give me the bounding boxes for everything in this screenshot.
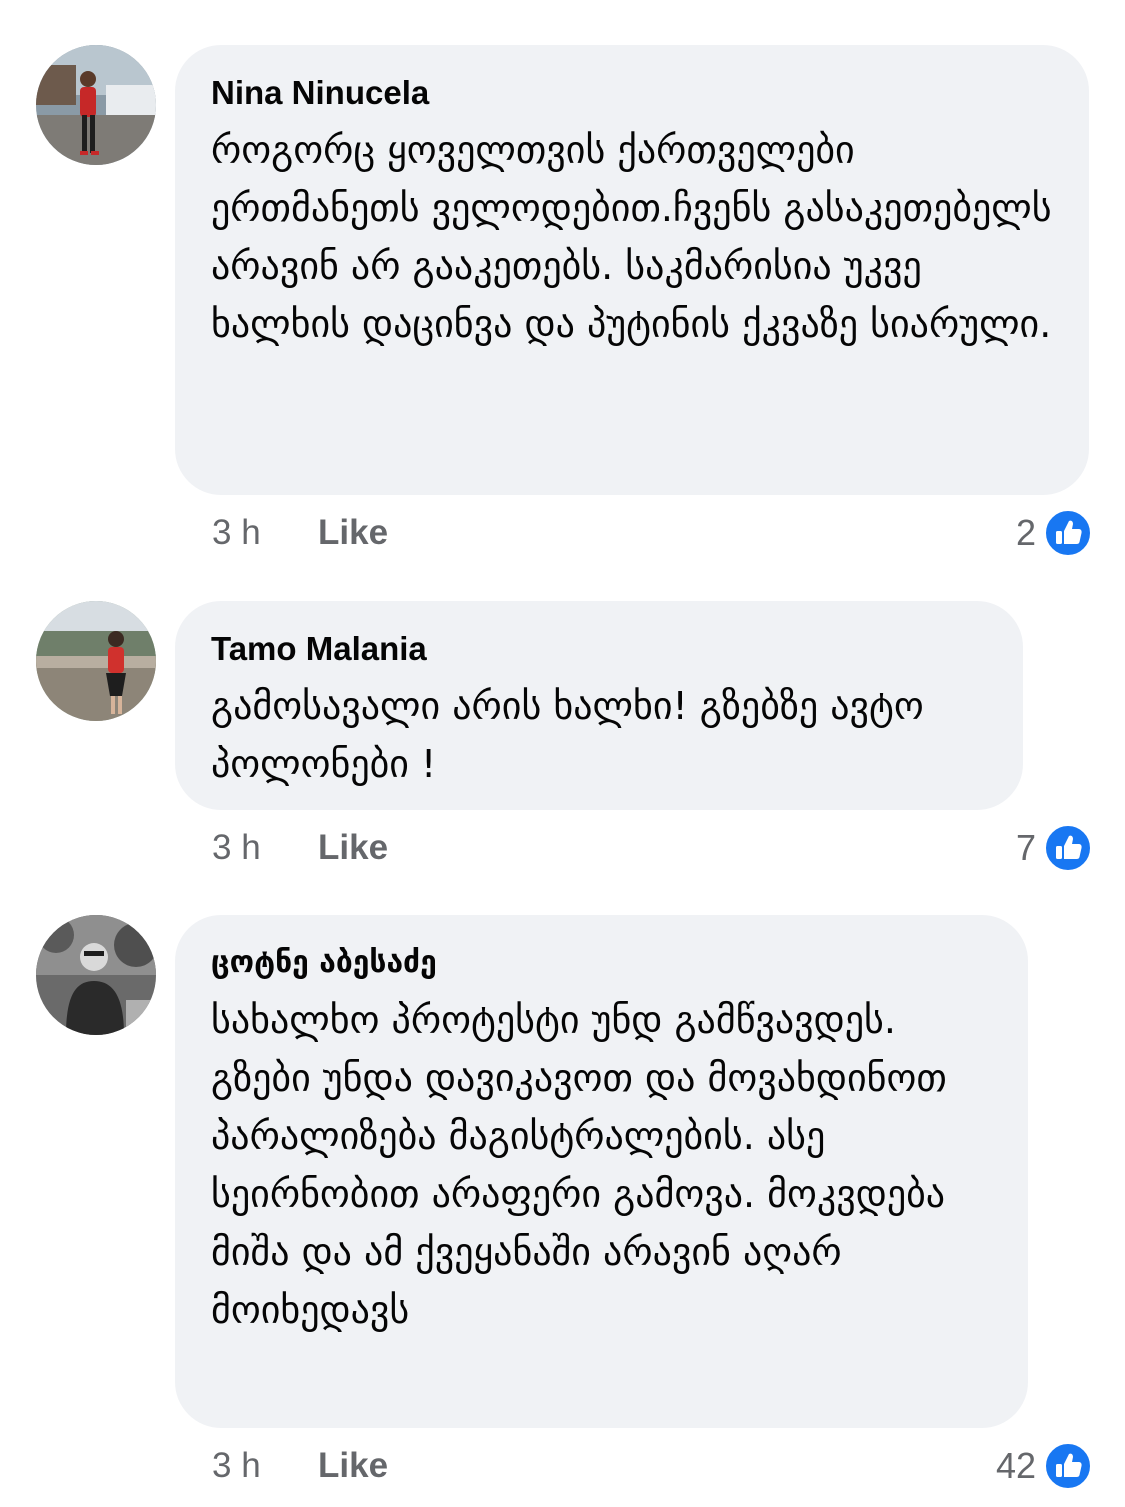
reaction-summary[interactable]: 2 <box>1016 508 1092 558</box>
like-reaction-icon <box>1044 824 1092 872</box>
avatar[interactable] <box>36 601 156 721</box>
reaction-count: 7 <box>1015 827 1036 868</box>
comment-actions: 3 h Like 7 <box>212 823 1092 873</box>
like-button[interactable]: Like <box>318 825 388 871</box>
comment-text: როგორც ყოველთვის ქართველები ერთმანეთს ვე… <box>211 128 1052 346</box>
avatar[interactable] <box>36 45 156 165</box>
comment-text: სახალხო პროტესტი უნდ გამწვავდეს. გზები უ… <box>211 998 947 1332</box>
comment-timestamp[interactable]: 3 h <box>212 825 261 871</box>
avatar-photo-icon <box>36 915 156 1035</box>
like-button[interactable]: Like <box>318 1443 388 1489</box>
comment-actions: 3 h Like 42 <box>212 1441 1092 1491</box>
like-reaction-icon <box>1044 509 1092 557</box>
reaction-summary[interactable]: 7 <box>1016 823 1092 873</box>
comment-actions: 3 h Like 2 <box>212 508 1092 558</box>
comment-text: გამოსავალი არის ხალხი! გზებზე ავტო პოლონ… <box>211 684 924 786</box>
reaction-count: 2 <box>1015 512 1036 553</box>
comment-bubble: Nina Ninucela როგორც ყოველთვის ქართველებ… <box>175 45 1089 495</box>
comment-author[interactable]: ცოტნე აბესაძე <box>211 943 992 983</box>
comment-bubble: ცოტნე აბესაძე სახალხო პროტესტი უნდ გამწვ… <box>175 915 1028 1428</box>
reaction-summary[interactable]: 42 <box>996 1441 1092 1491</box>
comment-author[interactable]: Tamo Malania <box>211 629 987 669</box>
comment-bubble: Tamo Malania გამოსავალი არის ხალხი! გზებ… <box>175 601 1023 810</box>
comment-author[interactable]: Nina Ninucela <box>211 73 1053 113</box>
avatar-photo-icon <box>36 601 156 721</box>
comment-timestamp[interactable]: 3 h <box>212 510 261 556</box>
like-button[interactable]: Like <box>318 510 388 556</box>
avatar-photo-icon <box>36 45 156 165</box>
like-reaction-icon <box>1044 1442 1092 1490</box>
avatar[interactable] <box>36 915 156 1035</box>
comment-timestamp[interactable]: 3 h <box>212 1443 261 1489</box>
reaction-count: 42 <box>995 1445 1036 1486</box>
